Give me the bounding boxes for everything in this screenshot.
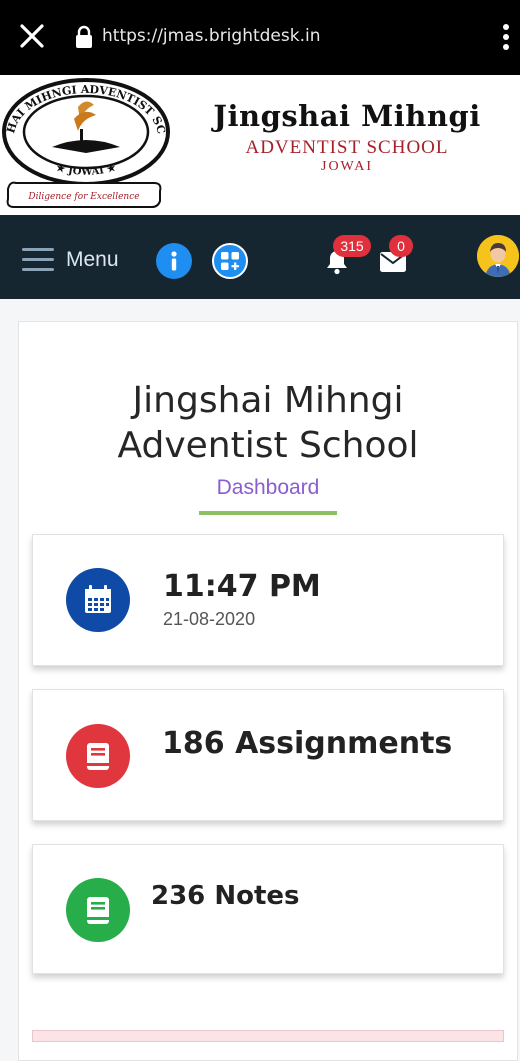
subtitle-underline <box>199 511 337 515</box>
info-icon <box>171 251 177 271</box>
school-town: JOWAI <box>321 159 373 174</box>
user-avatar-icon <box>477 235 519 277</box>
menu-icon <box>22 248 54 272</box>
assignments-count: 186 Assignments <box>162 726 453 761</box>
browser-url-bar: https://jmas.brightdesk.in <box>0 0 520 75</box>
datetime-card[interactable]: 11:47 PM 21-08-2020 <box>32 534 504 666</box>
top-navbar: Menu 315 0 <box>0 215 520 299</box>
current-time: 11:47 PM <box>163 569 321 604</box>
notes-card[interactable]: 236 Notes <box>32 844 504 974</box>
lock-icon <box>76 25 92 48</box>
school-subtitle: ADVENTIST SCHOOL <box>245 137 449 158</box>
info-button[interactable] <box>156 243 192 279</box>
notes-count: 236 Notes <box>151 881 300 911</box>
assignments-card[interactable]: 186 Assignments <box>32 689 504 821</box>
next-card-partial[interactable] <box>32 1030 504 1042</box>
calendar-icon <box>66 568 130 632</box>
close-icon[interactable] <box>18 22 46 50</box>
book-icon <box>66 724 130 788</box>
school-name: Jingshai Mihngi <box>213 99 481 133</box>
page-title: Jingshai Mihngi Adventist School <box>18 378 518 468</box>
title-line-2: Adventist School <box>117 425 419 466</box>
more-vertical-icon[interactable] <box>498 22 514 52</box>
notifications-badge: 315 <box>333 235 371 257</box>
apps-add-icon <box>221 252 239 270</box>
current-date: 21-08-2020 <box>163 609 256 629</box>
messages-badge: 0 <box>389 235 413 257</box>
svg-text:Diligence for Excellence: Diligence for Excellence <box>27 192 139 202</box>
url-text[interactable]: https://jmas.brightdesk.in <box>102 26 321 46</box>
menu-button[interactable]: Menu <box>22 245 119 275</box>
school-banner: JINGSHAI MIHNGI ADVENTIST SCHOOL ★ JOWAI… <box>0 75 520 215</box>
notes-icon <box>66 878 130 942</box>
school-logo: JINGSHAI MIHNGI ADVENTIST SCHOOL ★ JOWAI… <box>0 77 170 208</box>
avatar[interactable] <box>477 235 519 277</box>
apps-add-button[interactable] <box>212 243 248 279</box>
title-line-1: Jingshai Mihngi <box>132 380 404 421</box>
menu-label: Menu <box>66 248 119 271</box>
page-subtitle: Dashboard <box>216 476 320 499</box>
